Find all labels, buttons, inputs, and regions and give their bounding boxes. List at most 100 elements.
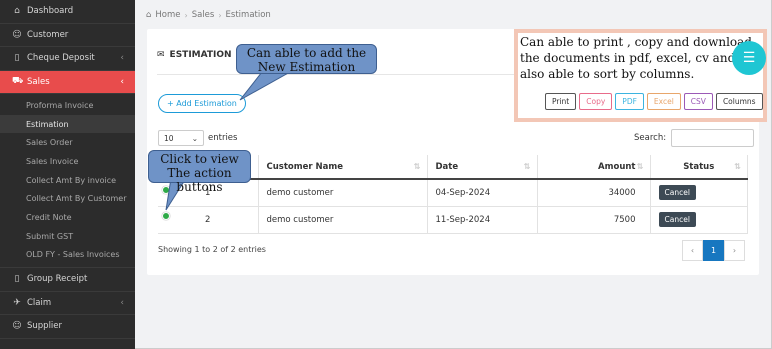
column-header-status[interactable]: Status ⇅ [650, 155, 748, 180]
cell-date: 04-Sep-2024 [427, 179, 538, 207]
annotation-export-text: Can able to print , copy and download th… [520, 35, 752, 81]
document-icon: ▯ [14, 53, 20, 64]
cell-no: 2 [158, 206, 259, 234]
breadcrumb-section[interactable]: Sales [192, 10, 215, 20]
cell-amount: 34000 [537, 179, 651, 207]
chevron-right-icon: › [218, 10, 222, 20]
csv-button[interactable]: CSV [683, 93, 713, 110]
annotation-view: Click to view The action buttons [148, 150, 251, 194]
sidebar-subitem-collect-by-customer[interactable]: Collect Amt By Customer [0, 189, 135, 208]
sort-icon: ⇅ [413, 161, 421, 171]
search-label: Search: [634, 133, 667, 143]
sales-submenu: Proforma Invoice Estimation Sales Order … [0, 94, 135, 269]
home-icon: ⌂ [146, 10, 152, 20]
sidebar-item-customer[interactable]: ☺ Customer [0, 24, 135, 47]
annotation-view-line1: Click to view [160, 152, 239, 166]
sidebar-subitem-proforma[interactable]: Proforma Invoice [0, 96, 135, 115]
print-button[interactable]: Print [545, 93, 577, 110]
sidebar-item-cheque-deposit[interactable]: ▯ Cheque Deposit ‹ [0, 47, 135, 71]
column-label: Customer Name [266, 161, 344, 172]
column-header-customer[interactable]: Customer Name ⇅ [258, 155, 428, 180]
pager-prev-button[interactable]: ‹ [682, 240, 703, 261]
annotation-export: Can able to print , copy and download th… [514, 29, 767, 122]
sidebar-subitem-collect-by-invoice[interactable]: Collect Amt By invoice [0, 171, 135, 190]
column-label: Amount [598, 161, 636, 172]
annotation-view-line2: The action buttons [167, 166, 232, 194]
document-icon: ▯ [14, 274, 20, 285]
sidebar-item-sales[interactable]: ⛟ Sales ‹ [0, 70, 135, 94]
copy-button[interactable]: Copy [579, 93, 613, 110]
column-label: Status [683, 161, 715, 172]
search-control: Search: [634, 129, 755, 147]
pager-page-button[interactable]: 1 [703, 240, 724, 261]
sidebar-subitem-sales-invoice[interactable]: Sales Invoice [0, 152, 135, 171]
cell-status: Cancel [650, 206, 748, 234]
page-title: ESTIMATION [169, 50, 232, 60]
breadcrumb-home[interactable]: Home [155, 10, 180, 20]
user-icon: ☺ [12, 29, 22, 40]
sidebar-item-group-receipt[interactable]: ▯ Group Receipt [0, 268, 135, 292]
breadcrumb-current: Estimation [225, 10, 271, 20]
pagination: ‹ 1 › [682, 240, 745, 261]
sidebar-subitem-sales-order[interactable]: Sales Order [0, 133, 135, 152]
mail-icon: ✉ [157, 50, 165, 60]
sort-icon: ⇅ [734, 161, 741, 171]
sidebar-subitem-old-fy[interactable]: OLD FY - Sales Invoices [0, 246, 135, 265]
add-estimation-button[interactable]: + Add Estimation [158, 94, 246, 113]
menu-toggle-button[interactable]: ☰ [732, 41, 766, 75]
sort-icon: ⇅ [636, 161, 644, 171]
columns-button[interactable]: Columns [715, 93, 763, 110]
sidebar-item-label: Group Receipt [27, 274, 88, 285]
column-header-date[interactable]: Date ⇅ [427, 155, 538, 180]
dashboard-icon: ⌂ [14, 6, 20, 17]
sidebar-item-label: Customer [27, 29, 69, 40]
expand-row-icon[interactable] [162, 212, 170, 220]
pager-next-button[interactable]: › [724, 240, 745, 261]
sort-icon: ⇅ [523, 161, 531, 171]
excel-button[interactable]: Excel [646, 93, 681, 110]
cell-customer: demo customer [258, 179, 428, 207]
annotation-add-text: Can able to add the New Estimation [246, 46, 367, 74]
cell-status: Cancel [650, 179, 748, 207]
export-buttons: Print Copy PDF Excel CSV Columns [545, 93, 763, 110]
cell-customer: demo customer [258, 206, 428, 234]
page-length-control: 10 ⌄ entries [158, 130, 237, 146]
page-length-label: entries [208, 133, 238, 143]
sidebar-item-label: Cheque Deposit [27, 53, 95, 64]
cancel-button[interactable]: Cancel [658, 185, 696, 201]
pin-icon: ✈ [13, 297, 21, 308]
page-length-value: 10 [164, 133, 174, 143]
sidebar-item-label: Sales [27, 76, 50, 87]
sidebar-item-supplier[interactable]: ☺ Supplier [0, 315, 135, 339]
sidebar-subitem-submit-gst[interactable]: Submit GST [0, 227, 135, 246]
chevron-right-icon: › [184, 10, 188, 20]
chevron-left-icon: ‹ [120, 76, 124, 87]
column-header-amount[interactable]: Amount ⇅ [537, 155, 651, 180]
cart-icon: ⛟ [12, 76, 24, 87]
column-label: Date [435, 161, 459, 172]
table-row[interactable]: 1 demo customer 04-Sep-2024 34000 Cancel [158, 179, 748, 207]
table-info: Showing 1 to 2 of 2 entries [158, 245, 266, 254]
page-length-select[interactable]: 10 ⌄ [158, 130, 204, 146]
chevron-down-icon: ⌄ [191, 133, 198, 143]
sidebar-item-label: Dashboard [27, 6, 74, 17]
search-input[interactable] [671, 129, 755, 147]
sidebar-item-claim[interactable]: ✈ Claim ‹ [0, 292, 135, 316]
user-icon: ☺ [12, 321, 22, 332]
sidebar-item-dashboard[interactable]: ⌂ Dashboard [0, 0, 135, 24]
table-row[interactable]: 2 demo customer 11-Sep-2024 7500 Cancel [158, 206, 748, 234]
hamburger-icon: ☰ [742, 50, 756, 66]
breadcrumb: ⌂ Home › Sales › Estimation [146, 10, 271, 20]
annotation-add: Can able to add the New Estimation [236, 44, 377, 74]
sidebar-subitem-estimation[interactable]: Estimation [0, 114, 135, 134]
pdf-button[interactable]: PDF [615, 93, 644, 110]
sidebar-item-label: Claim [27, 297, 52, 308]
chevron-left-icon: ‹ [120, 297, 124, 308]
cell-date: 11-Sep-2024 [427, 206, 538, 234]
cancel-button[interactable]: Cancel [658, 212, 696, 227]
chevron-left-icon: ‹ [120, 53, 124, 64]
sidebar-item-label: Supplier [27, 321, 63, 332]
cell-amount: 7500 [537, 206, 651, 234]
sidebar: ⌂ Dashboard ☺ Customer ▯ Cheque Deposit … [0, 0, 135, 349]
sidebar-subitem-credit-note[interactable]: Credit Note [0, 208, 135, 227]
